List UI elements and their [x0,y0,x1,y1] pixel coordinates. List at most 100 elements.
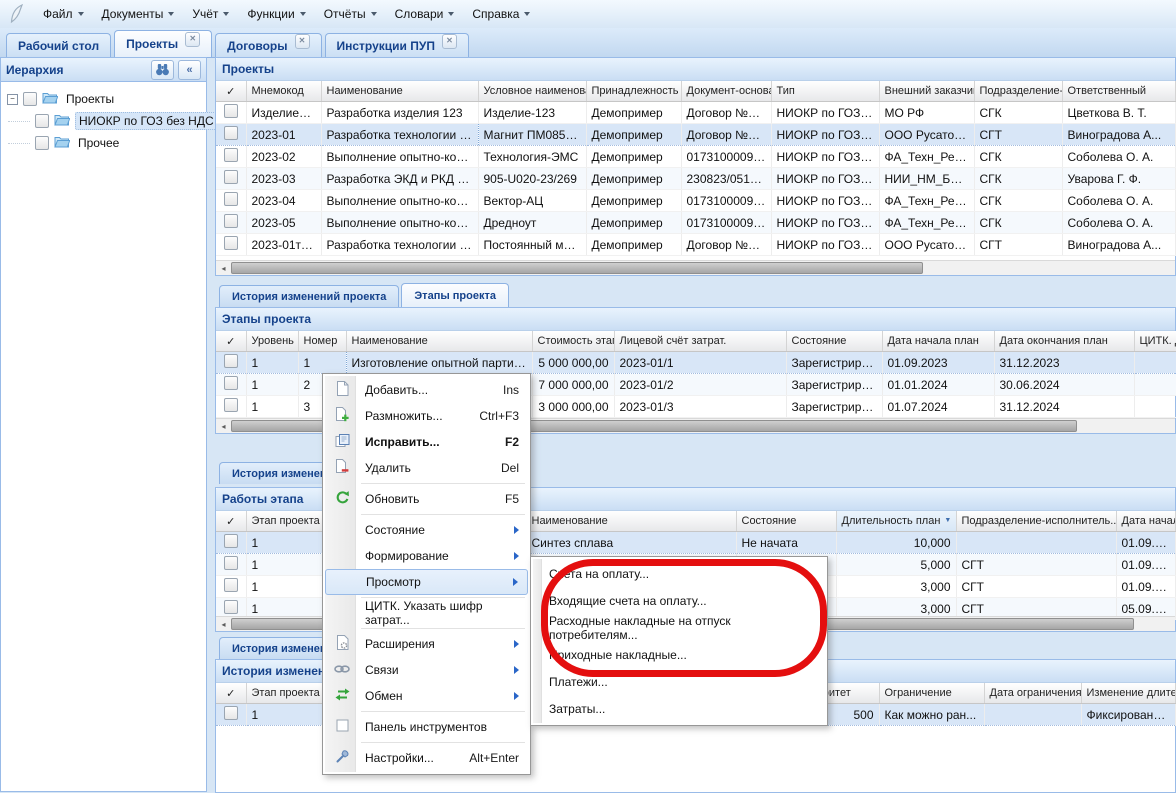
row-checkbox[interactable] [224,148,238,162]
row-checkbox[interactable] [224,354,238,368]
tree-checkbox[interactable] [23,92,37,106]
close-icon[interactable]: ✕ [295,34,310,49]
row-checkbox[interactable] [224,192,238,206]
column-header[interactable]: ЦИТК. Д [1134,331,1176,352]
menu-item[interactable]: Функции [238,3,314,25]
select-all-header[interactable]: ✓ [216,683,246,704]
close-icon[interactable]: ✕ [185,32,200,47]
column-header[interactable]: Лицевой счёт затрат. [614,331,786,352]
menu-item[interactable]: Отчёты [315,3,386,25]
tree-item[interactable]: −Проекты [3,88,204,110]
table-row[interactable]: 11Изготовление опытной партии ПМ0...5 00… [216,352,1176,374]
column-header[interactable]: Уровень [246,331,298,352]
scroll-thumb[interactable] [231,262,923,274]
menu-item[interactable]: Настройки...Alt+Enter [325,745,528,771]
table-row[interactable]: 2023-05Выполнение опытно-конс...Дредноут… [216,212,1175,234]
row-checkbox[interactable] [224,170,238,184]
table-row[interactable]: 2023-01Разработка технологии и...Магнит … [216,124,1175,146]
main-tab[interactable]: Проекты✕ [114,30,212,57]
row-checkbox[interactable] [224,600,238,614]
collapse-panel-button[interactable]: « [178,60,201,80]
menu-item[interactable]: Связи [325,657,528,683]
column-header[interactable]: Номер [298,331,346,352]
menu-item[interactable]: Обмен [325,683,528,709]
row-checkbox[interactable] [224,398,238,412]
scroll-left-icon[interactable]: ◂ [216,422,231,431]
column-header[interactable]: Изменение длител [1081,683,1175,704]
menu-item[interactable]: ОбновитьF5 [325,486,528,512]
menu-item[interactable]: Словари [386,3,464,25]
row-checkbox[interactable] [224,104,238,118]
column-header[interactable]: Длительность план▼ [836,511,956,532]
menu-item[interactable]: УдалитьDel [325,455,528,481]
tree-expander-icon[interactable]: − [7,94,18,105]
main-tab[interactable]: Инструкции ПУП✕ [325,33,469,57]
scroll-left-icon[interactable]: ◂ [216,620,231,629]
column-header[interactable]: Наименование [526,511,736,532]
row-checkbox[interactable] [224,578,238,592]
tree-checkbox[interactable] [35,136,49,150]
column-header[interactable]: Этап проекта [246,511,331,532]
row-checkbox[interactable] [224,556,238,570]
column-header[interactable]: Стоимость этапа [532,331,614,352]
tree-checkbox[interactable] [35,114,49,128]
table-row[interactable]: 2023-01тестРазработка технологии и...Пос… [216,234,1175,256]
column-header[interactable]: Ограничение [879,683,984,704]
row-checkbox[interactable] [224,376,238,390]
menu-item[interactable]: Исправить...F2 [325,429,528,455]
search-binoculars-button[interactable] [151,60,174,80]
menu-item[interactable]: Учёт [183,3,238,25]
column-header[interactable]: Ответственный [1062,81,1175,102]
select-all-header[interactable]: ✓ [216,81,246,102]
menu-item[interactable]: Затраты... [533,695,825,722]
column-header[interactable]: Тип [771,81,879,102]
column-header[interactable]: Мнемокод [246,81,321,102]
column-header[interactable]: Условное наименова [478,81,586,102]
main-tab[interactable]: Договоры✕ [215,33,321,57]
menu-item[interactable]: ЦИТК. Указать шифр затрат... [325,600,528,626]
column-header[interactable]: Принадлежность [586,81,681,102]
column-header[interactable]: Состояние [736,511,836,532]
row-checkbox[interactable] [224,706,238,720]
column-header[interactable]: Состояние [786,331,882,352]
menu-item[interactable]: Панель инструментов [325,714,528,740]
table-row[interactable]: Изделие123Разработка изделия 123Изделие-… [216,102,1175,124]
main-tab[interactable]: Рабочий стол [6,33,111,57]
menu-item[interactable]: Файл [34,3,93,25]
table-row[interactable]: 2023-04Выполнение опытно-конс...Вектор-А… [216,190,1175,212]
column-header[interactable]: Дата начала план [882,331,994,352]
menu-item[interactable]: Добавить...Ins [325,377,528,403]
menu-item[interactable]: Размножить...Ctrl+F3 [325,403,528,429]
column-header[interactable]: Дата ограничения [984,683,1081,704]
menu-item[interactable]: Расширения [325,631,528,657]
tree-item[interactable]: Прочее [3,132,204,154]
column-header[interactable]: Внешний заказчик [879,81,974,102]
section-tab[interactable]: История изменений проекта [219,285,399,307]
select-all-header[interactable]: ✓ [216,331,246,352]
table-row[interactable]: 2023-03Разработка ЭКД и РКД н...905-U020… [216,168,1175,190]
menu-item[interactable]: Состояние [325,517,528,543]
row-checkbox[interactable] [224,534,238,548]
row-checkbox[interactable] [224,126,238,140]
column-header[interactable]: Подразделение-исполнитель.. [956,511,1116,532]
tree-item[interactable]: НИОКР по ГОЗ без НДС [3,110,204,132]
column-header[interactable]: Наименование [321,81,478,102]
menu-item[interactable]: Справка [463,3,539,25]
menu-item[interactable]: Формирование [325,543,528,569]
row-checkbox[interactable] [224,236,238,250]
column-header[interactable]: Дата начал [1116,511,1175,532]
menu-item[interactable]: Просмотр [325,569,528,595]
section-tab[interactable]: Этапы проекта [401,283,509,307]
column-header[interactable]: Этап проекта [246,683,331,704]
row-checkbox[interactable] [224,214,238,228]
menu-item[interactable]: Документы [93,3,184,25]
column-header[interactable]: Наименование [346,331,532,352]
projects-hscrollbar[interactable]: ◂ [216,260,1175,275]
select-all-header[interactable]: ✓ [216,511,246,532]
scroll-left-icon[interactable]: ◂ [216,264,231,273]
column-header[interactable]: Документ-основан [681,81,771,102]
table-row[interactable]: 2023-02Выполнение опытно-конс...Технолог… [216,146,1175,168]
column-header[interactable]: Подразделение-от [974,81,1062,102]
column-header[interactable]: Дата окончания план [994,331,1134,352]
close-icon[interactable]: ✕ [442,34,457,49]
